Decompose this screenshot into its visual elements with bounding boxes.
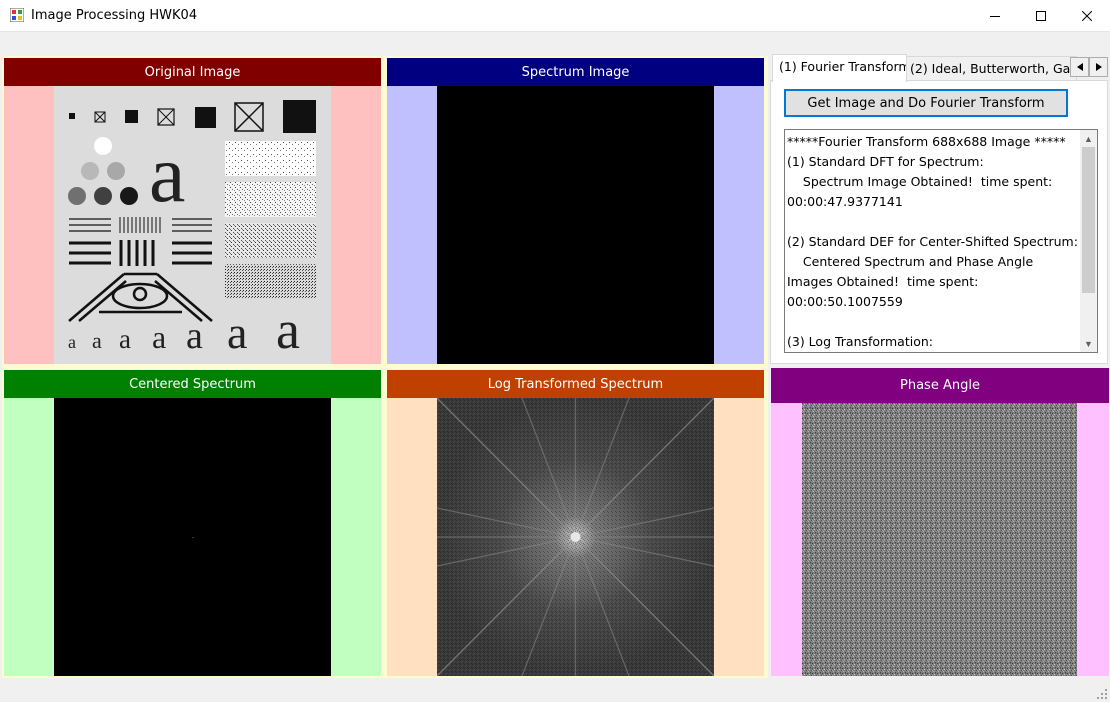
window-title: Image Processing HWK04 — [31, 8, 198, 23]
panel-phase-angle: Phase Angle — [771, 368, 1109, 676]
panel-log-spectrum: Log Transformed Spectrum — [387, 370, 764, 676]
resize-grip-icon[interactable] — [1097, 689, 1107, 699]
tab-control: (1) Fourier Transform (2) Ideal, Butterw… — [770, 54, 1108, 364]
big-letter: a — [149, 128, 185, 219]
panel-title: Centered Spectrum — [4, 370, 381, 398]
log-spectrum-graphic — [436, 397, 715, 676]
svg-text:a: a — [68, 332, 76, 352]
panel-title: Original Image — [4, 58, 381, 86]
log-text: *****Fourier Transform 688x688 Image ***… — [787, 134, 1078, 349]
close-icon — [1082, 10, 1092, 21]
arrow-right-icon — [1095, 63, 1102, 71]
panel-spectrum-image: Spectrum Image — [387, 58, 764, 364]
tab-fourier-transform[interactable]: (1) Fourier Transform — [772, 54, 907, 82]
scrollbar-thumb[interactable] — [1082, 147, 1095, 293]
minimize-icon — [990, 15, 1000, 17]
status-bar — [0, 682, 1110, 702]
tab-filters[interactable]: (2) Ideal, Butterworth, Gaussian — [903, 56, 1077, 82]
svg-text:a: a — [276, 300, 300, 360]
spectrum-image — [437, 86, 714, 364]
svg-text:a: a — [227, 307, 247, 358]
panel-body — [771, 403, 1109, 676]
phase-angle-image — [802, 403, 1077, 676]
panel-title: Spectrum Image — [387, 58, 764, 86]
app-icon — [10, 8, 24, 22]
panel-body — [387, 397, 764, 676]
panel-body — [4, 398, 381, 676]
centered-spectrum-image — [54, 398, 331, 676]
scroll-up-icon[interactable]: ▲ — [1080, 130, 1097, 147]
svg-text:a: a — [186, 315, 203, 357]
minimize-button[interactable] — [972, 0, 1018, 31]
original-image: a a a a a a a a — [54, 86, 331, 364]
svg-text:a: a — [152, 319, 166, 355]
tab-scroll-left-button[interactable] — [1070, 57, 1089, 77]
tab-page-fourier: Get Image and Do Fourier Transform *****… — [770, 80, 1108, 364]
panel-title: Phase Angle — [771, 368, 1109, 403]
log-spectrum-image — [436, 397, 715, 676]
test-pattern-image: a a a a a a a a — [68, 100, 316, 360]
maximize-icon — [1036, 10, 1046, 21]
letter-row: a a a a a a a — [68, 300, 300, 360]
panel-body — [387, 86, 764, 364]
title-bar: Image Processing HWK04 — [0, 0, 1110, 32]
arrow-left-icon — [1076, 63, 1083, 71]
scroll-down-icon[interactable]: ▼ — [1080, 335, 1097, 352]
panel-body: a a a a a a a a — [4, 86, 381, 364]
tab-scroll-right-button[interactable] — [1089, 57, 1108, 77]
panel-title: Log Transformed Spectrum — [387, 370, 764, 398]
panel-centered-spectrum: Centered Spectrum — [4, 370, 381, 676]
svg-text:a: a — [119, 324, 131, 354]
log-scrollbar[interactable]: ▲ ▼ — [1080, 130, 1097, 352]
panel-original-image: Original Image a a a a a a a a — [4, 58, 381, 364]
svg-text:a: a — [92, 328, 102, 353]
phase-noise-graphic — [802, 403, 1077, 676]
maximize-button[interactable] — [1018, 0, 1064, 31]
log-textbox[interactable]: *****Fourier Transform 688x688 Image ***… — [784, 129, 1098, 353]
get-image-fourier-button[interactable]: Get Image and Do Fourier Transform — [784, 89, 1068, 117]
close-button[interactable] — [1064, 0, 1110, 31]
